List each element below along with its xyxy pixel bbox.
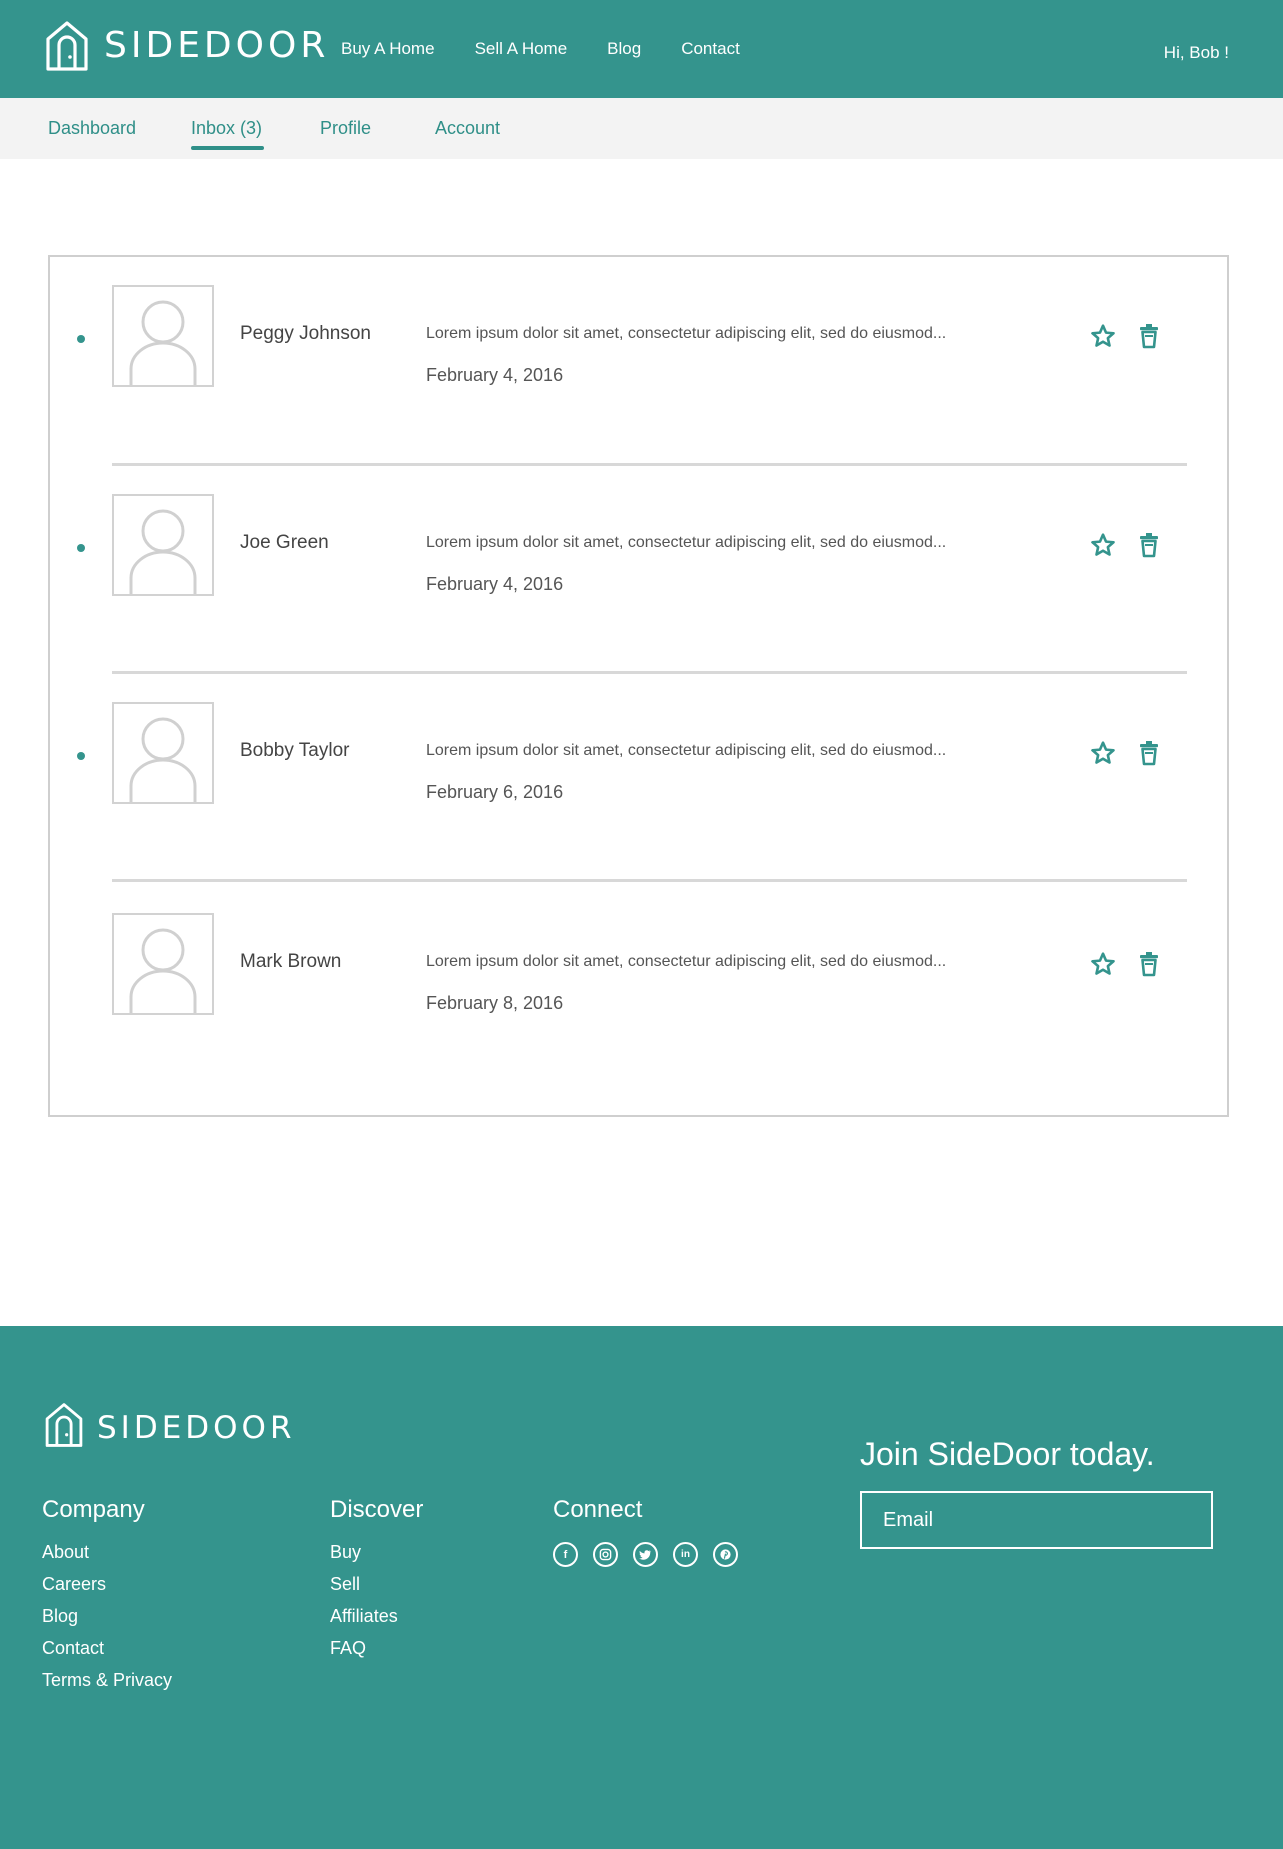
inbox-panel: Peggy Johnson Lorem ipsum dolor sit amet… bbox=[48, 255, 1229, 1117]
tab-account[interactable]: Account bbox=[435, 118, 500, 139]
email-field[interactable] bbox=[860, 1491, 1213, 1549]
unread-indicator bbox=[77, 544, 85, 552]
footer-discover-column: Discover Buy Sell Affiliates FAQ bbox=[330, 1496, 423, 1670]
tab-inbox[interactable]: Inbox (3) bbox=[191, 118, 265, 150]
linkedin-icon[interactable]: in bbox=[673, 1542, 698, 1567]
user-placeholder-icon bbox=[112, 913, 214, 1015]
join-heading: Join SideDoor today. bbox=[860, 1436, 1155, 1472]
star-icon[interactable] bbox=[1090, 740, 1116, 766]
user-placeholder-icon bbox=[112, 702, 214, 804]
footer-brand-logo[interactable]: SIDEDOOR bbox=[43, 1401, 296, 1454]
message-preview: Lorem ipsum dolor sit amet, consectetur … bbox=[426, 325, 947, 342]
nav-blog[interactable]: Blog bbox=[607, 39, 641, 59]
message-preview: Lorem ipsum dolor sit amet, consectetur … bbox=[426, 534, 947, 551]
unread-indicator bbox=[77, 752, 85, 760]
footer-company-heading: Company bbox=[42, 1496, 145, 1523]
pinterest-icon[interactable] bbox=[713, 1542, 738, 1567]
message-sender: Bobby Taylor bbox=[240, 740, 350, 761]
message-date: February 4, 2016 bbox=[426, 365, 564, 385]
user-greeting[interactable]: Hi, Bob ! bbox=[1164, 0, 1229, 98]
footer-company-column: Company About Careers Blog Contact Terms… bbox=[42, 1496, 172, 1702]
brand-name: SIDEDOOR bbox=[104, 25, 330, 66]
user-placeholder-icon bbox=[112, 494, 214, 596]
nav-sell-a-home[interactable]: Sell A Home bbox=[475, 39, 568, 59]
trash-icon[interactable] bbox=[1138, 532, 1160, 558]
footer-connect-heading: Connect bbox=[553, 1496, 643, 1523]
star-icon[interactable] bbox=[1090, 951, 1116, 977]
house-door-icon bbox=[43, 1401, 85, 1454]
main-nav: Buy A Home Sell A Home Blog Contact bbox=[341, 0, 780, 98]
message-sender: Peggy Johnson bbox=[240, 323, 371, 344]
message-preview: Lorem ipsum dolor sit amet, consectetur … bbox=[426, 742, 947, 759]
user-placeholder-icon bbox=[112, 285, 214, 387]
facebook-icon[interactable]: f bbox=[553, 1542, 578, 1567]
tab-dashboard[interactable]: Dashboard bbox=[48, 118, 136, 139]
star-icon[interactable] bbox=[1090, 323, 1116, 349]
message-divider bbox=[112, 463, 1187, 466]
nav-contact[interactable]: Contact bbox=[681, 39, 740, 59]
footer-link-contact[interactable]: Contact bbox=[42, 1638, 172, 1659]
message-divider bbox=[112, 879, 1187, 882]
footer-link-blog[interactable]: Blog bbox=[42, 1606, 172, 1627]
site-footer: SIDEDOOR Company About Careers Blog Cont… bbox=[0, 1326, 1283, 1849]
tab-profile[interactable]: Profile bbox=[320, 118, 371, 139]
brand-logo[interactable]: SIDEDOOR bbox=[44, 19, 329, 73]
unread-indicator bbox=[77, 335, 85, 343]
footer-link-careers[interactable]: Careers bbox=[42, 1574, 172, 1595]
footer-link-faq[interactable]: FAQ bbox=[330, 1638, 423, 1659]
message-divider bbox=[112, 671, 1187, 674]
footer-link-buy[interactable]: Buy bbox=[330, 1542, 423, 1563]
nav-buy-a-home[interactable]: Buy A Home bbox=[341, 39, 435, 59]
message-date: February 4, 2016 bbox=[426, 574, 564, 594]
star-icon[interactable] bbox=[1090, 532, 1116, 558]
instagram-icon[interactable] bbox=[593, 1542, 618, 1567]
message-row[interactable]: Bobby Taylor Lorem ipsum dolor sit amet,… bbox=[50, 702, 1227, 812]
footer-brand-name: SIDEDOOR bbox=[97, 1409, 296, 1446]
account-subnav: Dashboard Inbox (3) Profile Account bbox=[0, 98, 1283, 159]
footer-discover-heading: Discover bbox=[330, 1496, 424, 1523]
message-preview: Lorem ipsum dolor sit amet, consectetur … bbox=[426, 953, 947, 970]
footer-link-affiliates[interactable]: Affiliates bbox=[330, 1606, 423, 1627]
footer-link-about[interactable]: About bbox=[42, 1542, 172, 1563]
message-sender: Mark Brown bbox=[240, 951, 342, 972]
trash-icon[interactable] bbox=[1138, 323, 1160, 349]
top-header: SIDEDOOR Buy A Home Sell A Home Blog Con… bbox=[0, 0, 1283, 98]
message-sender: Joe Green bbox=[240, 532, 329, 553]
trash-icon[interactable] bbox=[1138, 740, 1160, 766]
social-links: f in bbox=[553, 1542, 753, 1567]
footer-link-terms-privacy[interactable]: Terms & Privacy bbox=[42, 1670, 172, 1691]
trash-icon[interactable] bbox=[1138, 951, 1160, 977]
message-row[interactable]: Peggy Johnson Lorem ipsum dolor sit amet… bbox=[50, 285, 1227, 395]
message-date: February 6, 2016 bbox=[426, 782, 564, 802]
footer-link-sell[interactable]: Sell bbox=[330, 1574, 423, 1595]
twitter-icon[interactable] bbox=[633, 1542, 658, 1567]
message-date: February 8, 2016 bbox=[426, 993, 564, 1013]
message-row[interactable]: Joe Green Lorem ipsum dolor sit amet, co… bbox=[50, 494, 1227, 604]
house-door-icon bbox=[44, 19, 90, 73]
message-row[interactable]: Mark Brown Lorem ipsum dolor sit amet, c… bbox=[50, 913, 1227, 1023]
footer-connect-column: Connect f in bbox=[553, 1496, 753, 1567]
